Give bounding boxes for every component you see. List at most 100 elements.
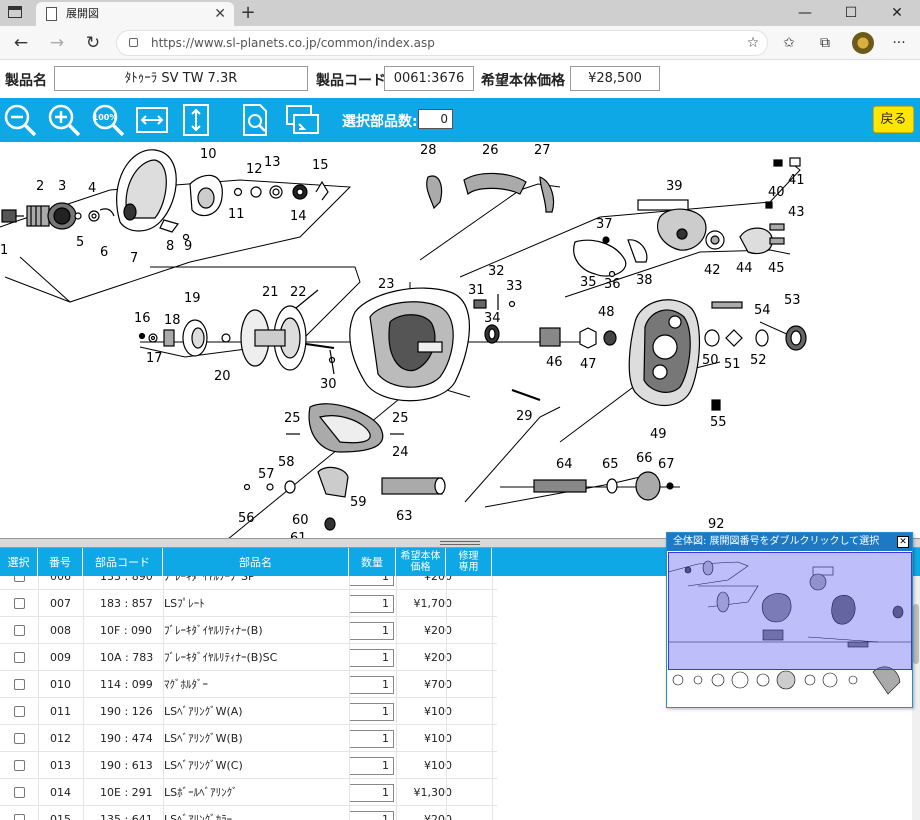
part-number-label[interactable]: 26 xyxy=(482,143,499,158)
part-number-label[interactable]: 25 xyxy=(392,411,409,426)
table-row[interactable]: 008 10F : 090 ﾌﾞﾚｰｷﾀﾞｲﾔﾙﾘﾃｨﾅｰ(B) 1 ¥200 xyxy=(0,617,497,644)
part-number-label[interactable]: 15 xyxy=(312,158,329,173)
part-number-label[interactable]: 14 xyxy=(290,209,307,224)
part-number-label[interactable]: 46 xyxy=(546,355,563,370)
zoom-out-icon[interactable] xyxy=(2,102,38,138)
part-number-label[interactable]: 45 xyxy=(768,261,785,276)
quantity-input[interactable]: 1 xyxy=(349,649,394,667)
table-row[interactable]: 012 190 : 474 LSﾍﾞｱﾘﾝｸﾞW(B) 1 ¥100 xyxy=(0,725,497,752)
part-number-label[interactable]: 3 xyxy=(58,179,66,194)
part-number-label[interactable]: 64 xyxy=(556,457,573,472)
quantity-input[interactable]: 1 xyxy=(349,676,394,694)
table-row[interactable]: 006 133 : 890 ﾌﾞﾚｰｷﾀﾞｲﾔﾙｿｰﾌﾞSP 1 ¥200 xyxy=(0,576,497,590)
page-scrollbar[interactable] xyxy=(912,576,920,820)
part-number-label[interactable]: 58 xyxy=(278,455,295,470)
part-number-label[interactable]: 17 xyxy=(146,351,163,366)
minimize-button[interactable]: — xyxy=(782,0,828,26)
part-number-label[interactable]: 30 xyxy=(320,377,337,392)
part-number-label[interactable]: 60 xyxy=(292,513,309,528)
part-number-label[interactable]: 42 xyxy=(704,263,721,278)
profile-avatar[interactable] xyxy=(852,32,874,54)
part-number-label[interactable]: 31 xyxy=(468,283,485,298)
back-arrow-icon[interactable]: ← xyxy=(8,30,34,56)
part-number-label[interactable]: 19 xyxy=(184,291,201,306)
table-row[interactable]: 009 10A : 783 ﾌﾞﾚｰｷﾀﾞｲﾔﾙﾘﾃｨﾅｰ(B)SC 1 ¥200 xyxy=(0,644,497,671)
part-number-label[interactable]: 18 xyxy=(164,313,181,328)
part-number-label[interactable]: 28 xyxy=(420,143,437,158)
table-row[interactable]: 013 190 : 613 LSﾍﾞｱﾘﾝｸﾞW(C) 1 ¥100 xyxy=(0,752,497,779)
select-checkbox[interactable] xyxy=(14,576,25,582)
quantity-input[interactable]: 1 xyxy=(349,703,394,721)
part-number-label[interactable]: 13 xyxy=(264,155,281,170)
fit-width-icon[interactable] xyxy=(134,102,170,138)
part-number-label[interactable]: 5 xyxy=(76,235,84,250)
quantity-input[interactable]: 1 xyxy=(349,595,394,613)
part-number-label[interactable]: 12 xyxy=(246,162,263,177)
part-number-label[interactable]: 4 xyxy=(88,181,96,196)
back-button[interactable]: 戻る xyxy=(873,106,914,133)
overview-thumbnail[interactable] xyxy=(668,552,912,707)
part-number-label[interactable]: 52 xyxy=(750,353,767,368)
part-number-label[interactable]: 23 xyxy=(378,277,395,292)
part-number-label[interactable]: 41 xyxy=(788,173,805,188)
part-number-label[interactable]: 63 xyxy=(396,509,413,524)
part-number-label[interactable]: 33 xyxy=(506,279,523,294)
browser-tab[interactable]: 展開図 ✕ xyxy=(36,2,234,26)
select-checkbox[interactable] xyxy=(14,760,25,771)
part-number-label[interactable]: 54 xyxy=(754,303,771,318)
select-checkbox[interactable] xyxy=(14,652,25,663)
part-number-label[interactable]: 55 xyxy=(710,415,727,430)
quantity-input[interactable]: 1 xyxy=(349,576,394,586)
part-number-label[interactable]: 37 xyxy=(596,217,613,232)
part-number-label[interactable]: 21 xyxy=(262,285,279,300)
part-number-label[interactable]: 40 xyxy=(768,185,785,200)
part-number-label[interactable]: 27 xyxy=(534,143,551,158)
quantity-input[interactable]: 1 xyxy=(349,622,394,640)
part-number-label[interactable]: 38 xyxy=(636,273,653,288)
part-number-label[interactable]: 7 xyxy=(130,251,138,266)
favorite-star-icon[interactable]: ☆ xyxy=(740,30,766,56)
part-number-label[interactable]: 2 xyxy=(36,179,44,194)
exploded-diagram[interactable]: 1 2 3 4 5 6 7 8 9 10 11 12 13 14 15 16 17 18 19 20 21 22 23 24 2… xyxy=(0,142,920,538)
quantity-input[interactable]: 1 xyxy=(349,757,394,775)
part-number-label[interactable]: 25 xyxy=(284,411,301,426)
part-number-label[interactable]: 8 xyxy=(166,239,174,254)
select-checkbox[interactable] xyxy=(14,787,25,798)
quantity-input[interactable]: 1 xyxy=(349,811,394,820)
scrollbar-thumb[interactable] xyxy=(913,604,919,664)
favorites-list-icon[interactable]: ✩ xyxy=(776,30,802,56)
close-window-button[interactable]: ✕ xyxy=(874,0,920,26)
overview-viewport-highlight[interactable] xyxy=(668,552,912,670)
part-number-label[interactable]: 50 xyxy=(702,353,719,368)
more-menu-icon[interactable]: ··· xyxy=(886,30,912,56)
table-row[interactable]: 014 10E : 291 LSﾎﾞｰﾙﾍﾞｱﾘﾝｸﾞ 1 ¥1,300 xyxy=(0,779,497,806)
fit-height-icon[interactable] xyxy=(178,102,214,138)
part-number-label[interactable]: 39 xyxy=(666,179,683,194)
url-field[interactable]: https://www.sl-planets.co.jp/common/inde… xyxy=(116,30,768,56)
tab-actions-icon[interactable] xyxy=(8,6,22,18)
part-number-label[interactable]: 22 xyxy=(290,285,307,300)
page-search-icon[interactable] xyxy=(238,102,274,138)
select-checkbox[interactable] xyxy=(14,679,25,690)
part-number-label[interactable]: 6 xyxy=(100,245,108,260)
overview-window[interactable]: 全体図: 展開図番号をダブルクリックして選択 ✕ xyxy=(666,532,913,708)
table-row[interactable]: 011 190 : 126 LSﾍﾞｱﾘﾝｸﾞW(A) 1 ¥100 xyxy=(0,698,497,725)
forward-arrow-icon[interactable]: → xyxy=(44,30,70,56)
select-checkbox[interactable] xyxy=(14,814,25,820)
part-number-label[interactable]: 67 xyxy=(658,457,675,472)
part-number-label[interactable]: 57 xyxy=(258,467,275,482)
part-number-label[interactable]: 48 xyxy=(598,305,615,320)
collections-icon[interactable]: ⧉ xyxy=(812,30,838,56)
maximize-button[interactable]: ☐ xyxy=(828,0,874,26)
part-number-label[interactable]: 92 xyxy=(708,517,725,532)
part-number-label[interactable]: 61 xyxy=(290,531,307,538)
part-number-label[interactable]: 43 xyxy=(788,205,805,220)
zoom-in-icon[interactable] xyxy=(46,102,82,138)
new-tab-button[interactable]: + xyxy=(237,0,259,26)
overview-close-button[interactable]: ✕ xyxy=(897,536,909,548)
splitter-grip[interactable] xyxy=(440,541,480,545)
part-number-label[interactable]: 36 xyxy=(604,277,621,292)
table-row[interactable]: 007 183 : 857 LSﾌﾟﾚｰﾄ 1 ¥1,700 xyxy=(0,590,497,617)
select-checkbox[interactable] xyxy=(14,733,25,744)
select-checkbox[interactable] xyxy=(14,706,25,717)
